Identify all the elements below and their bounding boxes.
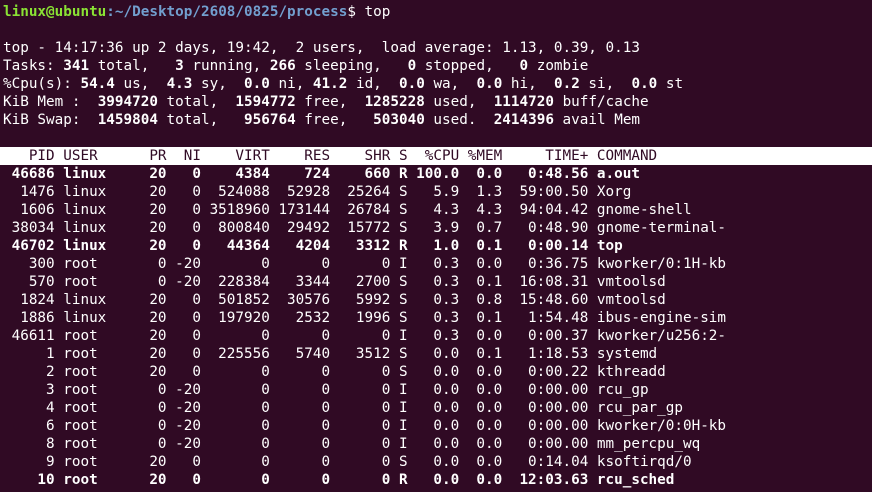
mem-used: 1285228: [364, 94, 425, 110]
uptime-line: top - 14:17:36 up 2 days, 19:42, 2 users…: [3, 40, 640, 56]
cpu-wa: 0.0: [399, 76, 425, 92]
prompt-user-host: linux@ubuntu: [3, 4, 107, 20]
tasks-running: 3: [175, 58, 184, 74]
tasks-stopped: 0: [407, 58, 417, 74]
tasks-zombie: 0: [519, 58, 529, 74]
process-row: 570 root 0 -20 228384 3344 2700 S 0.3 0.…: [3, 274, 666, 290]
process-row: 1476 linux 20 0 524088 52928 25264 S 5.9…: [3, 184, 632, 200]
process-row: 9 root 20 0 0 0 0 S 0.0 0.0 0:14.04 ksof…: [3, 454, 692, 470]
cpu-si: 0.2: [553, 76, 580, 92]
swap-line: KiB Swap: 1459804 total, 956764 free, 50…: [3, 112, 641, 128]
mem-cache: 1114720: [493, 94, 554, 110]
prompt-command: top: [364, 4, 391, 20]
process-row: 300 root 0 -20 0 0 0 I 0.3 0.0 0:36.75 k…: [3, 256, 727, 272]
process-row: 4 root 0 -20 0 0 0 I 0.0 0.0 0:00.00 rcu…: [3, 400, 683, 416]
process-row: 1824 linux 20 0 501852 30576 5992 S 0.3 …: [3, 292, 666, 308]
swap-used: 503040: [373, 112, 425, 128]
process-row: 46702 linux 20 0 44364 4204 3312 R 1.0 0…: [3, 238, 623, 254]
terminal-window[interactable]: linux@ubuntu:~/Desktop/2608/0825/process…: [0, 0, 872, 492]
prompt-path: :~/Desktop/2608/0825/process: [106, 4, 348, 20]
process-row: 2 root 20 0 0 0 0 S 0.0 0.0 0:00.22 kthr…: [3, 364, 666, 380]
process-row: 10 root 20 0 0 0 0 R 0.0 0.0 12:03.63 rc…: [3, 472, 675, 488]
column-header: PID USER PR NI VIRT RES SHR S %CPU %MEM …: [3, 148, 658, 164]
cpu-st: 0.0: [631, 76, 658, 92]
process-row: 1886 linux 20 0 197920 2532 1996 S 0.3 0…: [3, 310, 727, 326]
process-row: 6 root 0 -20 0 0 0 I 0.0 0.0 0:00.00 kwo…: [3, 418, 727, 434]
cpu-us: 54.4: [80, 76, 115, 92]
process-row: 1 root 20 0 225556 5740 3512 S 0.0 0.1 1…: [3, 346, 658, 362]
mem-line: KiB Mem : 3994720 total, 1594772 free, 1…: [3, 94, 649, 110]
shell-prompt-line: linux@ubuntu:~/Desktop/2608/0825/process…: [3, 3, 390, 21]
tasks-total: 341: [63, 58, 90, 74]
swap-free: 956764: [244, 112, 296, 128]
process-row: 38034 linux 20 0 800840 29492 15772 S 3.…: [3, 220, 727, 236]
swap-avail: 2414396: [493, 112, 554, 128]
prompt-suffix: $: [347, 4, 365, 20]
tasks-line: Tasks: 341 total, 3 running, 266 sleepin…: [3, 58, 589, 74]
cpu-id: 41.2: [312, 76, 348, 92]
process-row: 46611 root 20 0 0 0 0 I 0.3 0.0 0:00.37 …: [3, 328, 727, 344]
cpu-line: %Cpu(s): 54.4 us, 4.3 sy, 0.0 ni, 41.2 i…: [3, 76, 684, 92]
cpu-hi: 0.0: [476, 76, 503, 92]
process-row: 8 root 0 -20 0 0 0 I 0.0 0.0 0:00.00 mm_…: [3, 436, 701, 452]
cpu-ni: 0.0: [244, 76, 270, 92]
tasks-sleeping: 266: [269, 58, 296, 74]
cpu-sy: 4.3: [166, 76, 193, 92]
process-row: 3 root 0 -20 0 0 0 I 0.0 0.0 0:00.00 rcu…: [3, 382, 649, 398]
swap-total: 1459804: [97, 112, 158, 128]
mem-total: 3994720: [97, 94, 158, 110]
mem-free: 1594772: [235, 94, 296, 110]
process-row: 1606 linux 20 0 3518960 173144 26784 S 4…: [3, 202, 692, 218]
process-row: 46686 linux 20 0 4384 724 660 R 100.0 0.…: [3, 166, 640, 182]
